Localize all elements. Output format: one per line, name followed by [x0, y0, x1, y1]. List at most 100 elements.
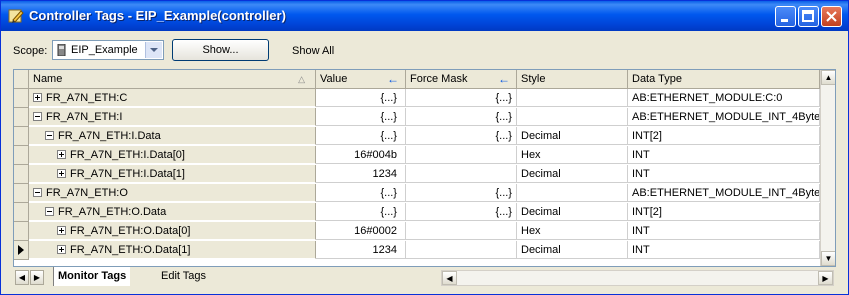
cell-value[interactable]: {...}	[316, 89, 406, 107]
row-selector[interactable]	[14, 89, 29, 108]
cell-style[interactable]: Decimal	[517, 203, 628, 221]
table-row[interactable]: FR_A7N_ETH:O.Data[0] 16#0002 Hex INT	[14, 222, 820, 241]
cell-force-mask[interactable]	[406, 222, 517, 240]
row-selector[interactable]	[14, 127, 29, 146]
cell-value[interactable]: 16#0002	[316, 222, 406, 240]
row-selector[interactable]	[14, 184, 29, 203]
tag-name: FR_A7N_ETH:I.Data	[58, 130, 161, 142]
maximize-button[interactable]	[798, 6, 819, 27]
column-header-style[interactable]: Style	[517, 70, 628, 88]
horizontal-scrollbar[interactable]: ◀ ▶	[441, 270, 834, 286]
minimize-button[interactable]	[775, 6, 796, 27]
cell-name[interactable]: FR_A7N_ETH:I.Data[1]	[29, 165, 316, 183]
cell-style[interactable]	[517, 184, 628, 202]
cell-style[interactable]	[517, 108, 628, 126]
row-selector[interactable]	[14, 108, 29, 127]
cell-value[interactable]: {...}	[316, 203, 406, 221]
cell-name[interactable]: FR_A7N_ETH:O.Data[1]	[29, 241, 316, 259]
cell-name[interactable]: FR_A7N_ETH:O.Data[0]	[29, 222, 316, 240]
row-selector[interactable]	[14, 165, 29, 184]
column-value-label: Value	[320, 73, 348, 85]
row-selector[interactable]	[14, 146, 29, 165]
cell-value[interactable]: 1234	[316, 165, 406, 183]
column-header-force-mask[interactable]: Force Mask ←	[406, 70, 517, 88]
expand-icon[interactable]	[57, 150, 66, 159]
cell-data-type[interactable]: INT	[628, 165, 820, 183]
cell-name[interactable]: FR_A7N_ETH:C	[29, 89, 316, 107]
scroll-up-button[interactable]: ▲	[821, 70, 835, 85]
collapse-icon[interactable]	[45, 207, 54, 216]
cell-data-type[interactable]: AB:ETHERNET_MODULE_INT_4Bytes...	[628, 184, 820, 202]
row-selector[interactable]	[14, 241, 29, 260]
table-row[interactable]: FR_A7N_ETH:I.Data {...} {...} Decimal INT[2]	[14, 127, 820, 146]
cell-style[interactable]	[517, 89, 628, 107]
expand-icon[interactable]	[33, 93, 42, 102]
cell-data-type[interactable]: INT	[628, 146, 820, 164]
table-row[interactable]: FR_A7N_ETH:O.Data {...} {...} Decimal INT[2]	[14, 203, 820, 222]
table-row[interactable]: FR_A7N_ETH:I.Data[0] 16#004b Hex INT	[14, 146, 820, 165]
row-selector[interactable]	[14, 203, 29, 222]
tab-edit-tags[interactable]: Edit Tags	[161, 267, 206, 286]
cell-value[interactable]: 16#004b	[316, 146, 406, 164]
edit-tags-icon	[8, 9, 24, 23]
window-title: Controller Tags - EIP_Example(controller…	[29, 8, 286, 23]
cell-name[interactable]: FR_A7N_ETH:I.Data	[29, 127, 316, 145]
tab-monitor-tags[interactable]: Monitor Tags	[53, 267, 131, 286]
cell-force-mask[interactable]: {...}	[406, 127, 517, 145]
table-row[interactable]: FR_A7N_ETH:O {...} {...} AB:ETHERNET_MODULE…	[14, 184, 820, 203]
collapse-icon[interactable]	[45, 131, 54, 140]
table-row[interactable]: FR_A7N_ETH:I {...} {...} AB:ETHERNET_MODULE…	[14, 108, 820, 127]
tab-scroll-left-button[interactable]: ◀	[15, 270, 29, 285]
close-button[interactable]	[821, 6, 842, 27]
cell-name[interactable]: FR_A7N_ETH:I	[29, 108, 316, 126]
cell-data-type[interactable]: AB:ETHERNET_MODULE:C:0	[628, 89, 820, 107]
cell-style[interactable]: Hex	[517, 146, 628, 164]
cell-force-mask[interactable]	[406, 165, 517, 183]
expand-icon[interactable]	[57, 245, 66, 254]
title-bar[interactable]: Controller Tags - EIP_Example(controller…	[1, 1, 848, 31]
collapse-icon[interactable]	[33, 112, 42, 121]
row-selector[interactable]	[14, 222, 29, 241]
column-header-data-type[interactable]: Data Type	[628, 70, 820, 88]
cell-style[interactable]: Decimal	[517, 127, 628, 145]
cell-force-mask[interactable]: {...}	[406, 108, 517, 126]
cell-data-type[interactable]: AB:ETHERNET_MODULE_INT_4Bytes...	[628, 108, 820, 126]
scroll-down-button[interactable]: ▼	[821, 251, 835, 266]
column-header-name[interactable]: Name △	[29, 70, 316, 88]
cell-force-mask[interactable]: {...}	[406, 203, 517, 221]
cell-name[interactable]: FR_A7N_ETH:I.Data[0]	[29, 146, 316, 164]
cell-style[interactable]: Hex	[517, 222, 628, 240]
expand-icon[interactable]	[57, 226, 66, 235]
cell-force-mask[interactable]	[406, 146, 517, 164]
current-row-icon	[18, 245, 24, 255]
cell-data-type[interactable]: INT[2]	[628, 127, 820, 145]
cell-force-mask[interactable]: {...}	[406, 184, 517, 202]
cell-style[interactable]: Decimal	[517, 165, 628, 183]
cell-data-type[interactable]: INT	[628, 222, 820, 240]
collapse-icon[interactable]	[33, 188, 42, 197]
table-row[interactable]: FR_A7N_ETH:C {...} {...} AB:ETHERNET_MODULE…	[14, 89, 820, 108]
show-button[interactable]: Show...	[172, 39, 269, 61]
column-header-value[interactable]: Value ←	[316, 70, 406, 88]
scroll-right-button[interactable]: ▶	[818, 271, 833, 285]
cell-force-mask[interactable]	[406, 241, 517, 259]
cell-style[interactable]: Decimal	[517, 241, 628, 259]
cell-name[interactable]: FR_A7N_ETH:O.Data	[29, 203, 316, 221]
cell-value[interactable]: {...}	[316, 108, 406, 126]
cell-data-type[interactable]: INT[2]	[628, 203, 820, 221]
vertical-scrollbar[interactable]: ▲ ▼	[820, 70, 835, 266]
cell-data-type[interactable]: INT	[628, 241, 820, 259]
cell-value[interactable]: {...}	[316, 184, 406, 202]
expand-icon[interactable]	[57, 169, 66, 178]
cell-force-mask[interactable]: {...}	[406, 89, 517, 107]
tab-scroll-right-button[interactable]: ▶	[30, 270, 44, 285]
table-row[interactable]: FR_A7N_ETH:I.Data[1] 1234 Decimal INT	[14, 165, 820, 184]
scope-dropdown[interactable]: EIP_Example	[52, 40, 164, 60]
cell-name[interactable]: FR_A7N_ETH:O	[29, 184, 316, 202]
chevron-down-icon[interactable]	[145, 42, 162, 58]
tag-name: FR_A7N_ETH:I.Data[0]	[70, 149, 185, 161]
cell-value[interactable]: {...}	[316, 127, 406, 145]
cell-value[interactable]: 1234	[316, 241, 406, 259]
scroll-left-button[interactable]: ◀	[442, 271, 457, 285]
table-row[interactable]: FR_A7N_ETH:O.Data[1] 1234 Decimal INT	[14, 241, 820, 260]
